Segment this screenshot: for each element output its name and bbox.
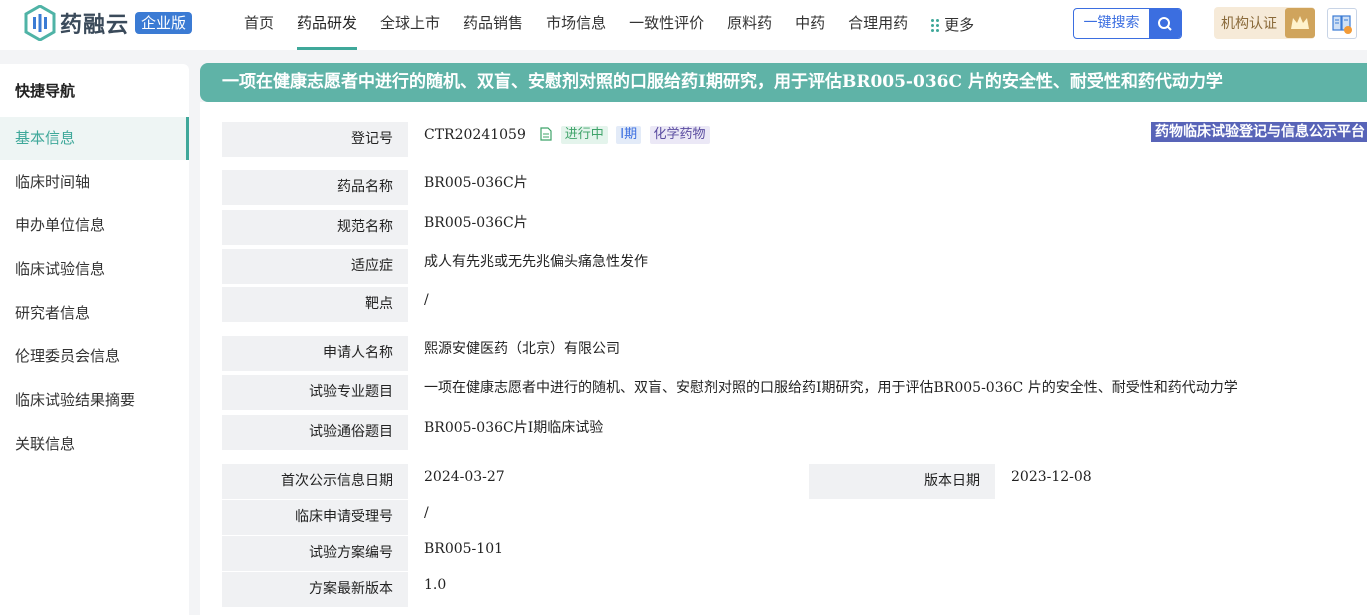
sidebar-item-trial-info[interactable]: 临床试验信息: [0, 248, 189, 291]
field-label: 试验通俗题目: [222, 415, 408, 450]
manual-book-button[interactable]: [1327, 8, 1357, 39]
quick-nav-sidebar: 快捷导航 基本信息 临床时间轴 申办单位信息 临床试验信息 研究者信息 伦理委员…: [0, 64, 189, 615]
phase-badge: I期: [616, 126, 642, 144]
logo-text: 药融云: [60, 13, 130, 38]
logo[interactable]: 药融云 企业版: [24, 4, 193, 42]
logo-mark-icon: [24, 4, 56, 42]
field-value: BR005-036C片: [408, 210, 1367, 245]
crown-icon: [1285, 8, 1315, 38]
sidebar-item-results[interactable]: 临床试验结果摘要: [0, 379, 189, 422]
nav-item-rational-use[interactable]: 合理用药: [848, 0, 908, 50]
row-target: 靶点 /: [222, 287, 1367, 322]
field-value: 一项在健康志愿者中进行的随机、双盲、安慰剂对照的口服给药I期研究，用于评估BR0…: [408, 375, 1367, 410]
field-label: 临床申请受理号: [222, 500, 408, 535]
row-professional-title: 试验专业题目 一项在健康志愿者中进行的随机、双盲、安慰剂对照的口服给药I期研究，…: [222, 375, 1367, 410]
sidebar-item-sponsor[interactable]: 申办单位信息: [0, 204, 189, 247]
row-acceptance-no: 临床申请受理号 /: [222, 500, 1367, 535]
nav-item-more[interactable]: 更多: [931, 0, 974, 50]
trial-title-bar: 一项在健康志愿者中进行的随机、双盲、安慰剂对照的口服给药I期研究，用于评估BR0…: [200, 63, 1367, 102]
row-drug-name: 药品名称 BR005-036C片: [222, 170, 1367, 205]
field-label: 药品名称: [222, 170, 408, 205]
grid-dots-icon: [931, 18, 940, 32]
field-value: BR005-036C片: [408, 170, 1367, 205]
nav-item-market-info[interactable]: 市场信息: [546, 0, 606, 50]
nav-item-drug-sales[interactable]: 药品销售: [463, 0, 523, 50]
field-value: BR005-036C片I期临床试验: [408, 415, 1367, 450]
field-label: 申请人名称: [222, 336, 408, 371]
enterprise-badge: 企业版: [135, 12, 193, 34]
sidebar-title: 快捷导航: [15, 82, 76, 100]
row-version-date: 版本日期 2023-12-08: [809, 464, 1367, 499]
drug-type-badge: 化学药物: [649, 126, 710, 144]
field-label: 版本日期: [809, 464, 995, 499]
field-value: 熙源安健医药（北京）有限公司: [408, 336, 1367, 371]
sidebar-item-investigators[interactable]: 研究者信息: [0, 292, 189, 335]
row-applicant: 申请人名称 熙源安健医药（北京）有限公司: [222, 336, 1367, 371]
nav-item-api[interactable]: 原料药: [727, 0, 772, 50]
page-title: 一项在健康志愿者中进行的随机、双盲、安慰剂对照的口服给药I期研究，用于评估BR0…: [222, 72, 1223, 92]
org-certification-button[interactable]: 机构认证: [1214, 7, 1315, 39]
field-value: 2023-12-08: [995, 464, 1367, 499]
platform-badge[interactable]: 药物临床试验登记与信息公示平台: [1151, 122, 1367, 142]
row-popular-title: 试验通俗题目 BR005-036C片I期临床试验: [222, 415, 1367, 450]
nav-item-tcm[interactable]: 中药: [795, 0, 825, 50]
row-standard-name: 规范名称 BR005-036C片: [222, 210, 1367, 245]
field-label: 试验专业题目: [222, 375, 408, 410]
nav-more-label: 更多: [944, 16, 975, 34]
row-registration: 登记号 CTR20241059 进行中 I期 化学药物 药物临床试验登记与信息公…: [222, 122, 1367, 157]
row-protocol-version: 方案最新版本 1.0: [222, 572, 1367, 607]
field-value: 成人有先兆或无先兆偏头痛急性发作: [408, 249, 1367, 284]
top-header: 药融云 企业版 首页 药品研发 全球上市 药品销售 市场信息 一致性评价 原料药…: [0, 0, 1367, 50]
nav-item-consistency-eval[interactable]: 一致性评价: [629, 0, 704, 50]
field-value: /: [408, 500, 1367, 535]
registration-value: CTR20241059 进行中 I期 化学药物 药物临床试验登记与信息公示平台: [408, 122, 1367, 157]
sidebar-item-related[interactable]: 关联信息: [0, 423, 189, 466]
quick-search-button[interactable]: 一键搜索: [1073, 8, 1182, 39]
document-icon[interactable]: [540, 124, 552, 150]
field-label: 试验方案编号: [222, 536, 408, 571]
field-value: /: [408, 287, 1367, 322]
registration-label: 登记号: [222, 122, 408, 157]
field-value: BR005-101: [408, 536, 1367, 571]
field-label: 适应症: [222, 249, 408, 284]
search-icon: [1149, 9, 1181, 38]
field-label: 首次公示信息日期: [222, 464, 408, 499]
book-icon: [1332, 14, 1352, 34]
sidebar-item-ethics[interactable]: 伦理委员会信息: [0, 335, 189, 378]
cert-label: 机构认证: [1221, 16, 1277, 32]
basic-info-panel: 登记号 CTR20241059 进行中 I期 化学药物 药物临床试验登记与信息公…: [200, 102, 1367, 615]
main-nav: 首页 药品研发 全球上市 药品销售 市场信息 一致性评价 原料药 中药 合理用药…: [244, 0, 997, 50]
nav-item-global-launch[interactable]: 全球上市: [380, 0, 440, 50]
status-badge: 进行中: [560, 126, 608, 144]
field-label: 方案最新版本: [222, 572, 408, 607]
quick-search-label: 一键搜索: [1083, 15, 1140, 31]
registration-number[interactable]: CTR20241059: [424, 127, 526, 143]
row-indication: 适应症 成人有先兆或无先兆偏头痛急性发作: [222, 249, 1367, 284]
nav-item-drug-rd[interactable]: 药品研发: [297, 0, 358, 50]
sidebar-item-timeline[interactable]: 临床时间轴: [0, 161, 189, 204]
sidebar-item-basic-info[interactable]: 基本信息: [0, 117, 189, 160]
field-label: 规范名称: [222, 210, 408, 245]
row-first-public-date: 首次公示信息日期 2024-03-27: [222, 464, 797, 499]
field-label: 靶点: [222, 287, 408, 322]
row-protocol-no: 试验方案编号 BR005-101: [222, 536, 1367, 571]
field-value: 2024-03-27: [408, 464, 797, 499]
nav-item-home[interactable]: 首页: [244, 0, 274, 50]
field-value: 1.0: [408, 572, 1367, 607]
